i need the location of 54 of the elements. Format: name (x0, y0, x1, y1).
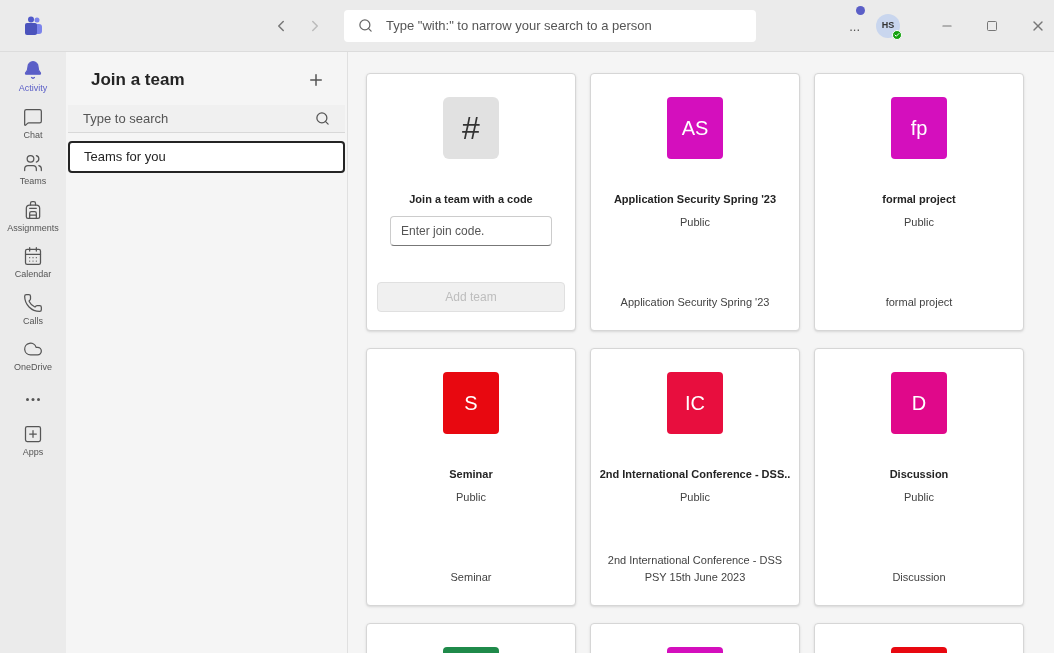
panel-title: Join a team (91, 69, 185, 91)
team-visibility: Public (456, 489, 486, 505)
team-tile: AS (667, 97, 723, 159)
team-card[interactable]: D Discussion Public Discussion (814, 348, 1024, 606)
join-code-field[interactable]: Enter join code. (390, 215, 552, 246)
rail-item[interactable]: Calls (23, 292, 43, 328)
hash-tile: # (443, 97, 499, 159)
team-card[interactable]: IC 2nd International Conference - DSS.. Public 2nd International Conference - DSS PSY 15th June 2023 (590, 348, 800, 606)
rail-item[interactable]: Teams (19, 153, 47, 189)
team-search-field[interactable]: Type to search (68, 104, 345, 133)
team-visibility: Public (904, 214, 934, 230)
team-tile: D (891, 372, 947, 434)
team-card[interactable]: S Seminar Public Seminar (366, 348, 576, 606)
avatar[interactable]: HS (876, 13, 900, 38)
people-icon (23, 153, 43, 173)
team-description: Seminar (449, 569, 493, 585)
bell-icon (23, 60, 43, 80)
team-tile: IC (667, 372, 723, 434)
rail-item[interactable]: Chat (23, 106, 43, 142)
team-description: 2nd International Conference - DSS PSY 15th June 2023 (606, 553, 784, 585)
team-tile: fp (891, 97, 947, 159)
card-title: Join a team with a code (409, 192, 533, 207)
more-icon (26, 397, 40, 401)
team-name: Application Security Spring '23 (613, 192, 777, 207)
team-card[interactable]: fp formal project Public formal project (814, 73, 1024, 331)
panel-item[interactable]: Teams for you (68, 140, 345, 173)
rail-item[interactable]: Apps (22, 423, 44, 459)
plus-square-icon (23, 423, 43, 444)
rail-item[interactable]: Calendar (14, 246, 52, 282)
team-description: formal project (884, 294, 954, 310)
team-visibility: Public (680, 489, 710, 505)
search-field[interactable]: Type "with:" to narrow your search to a person (344, 9, 756, 42)
team-description: Discussion (891, 569, 947, 585)
team-tile: S (443, 372, 499, 434)
team-visibility: Public (680, 214, 710, 230)
phone-icon (23, 292, 43, 313)
app-logo-icon (23, 15, 43, 36)
maximize-icon[interactable] (986, 19, 998, 32)
team-name: Seminar (449, 467, 493, 482)
team-description: Application Security Spring '23 (619, 294, 771, 310)
team-name: 2nd International Conference - DSS.. (599, 467, 791, 482)
chat-icon (23, 106, 43, 127)
more-button[interactable]: ... (849, 18, 860, 34)
rail-item[interactable]: OneDrive (14, 339, 52, 375)
rail-item[interactable]: Activity (18, 60, 48, 96)
team-visibility: Public (904, 489, 934, 505)
rail-item[interactable]: Assignments (7, 199, 59, 235)
search-icon (315, 110, 330, 126)
calendar-icon (23, 246, 43, 266)
team-name: formal project (882, 192, 956, 207)
backpack-icon (23, 199, 43, 220)
team-name: Discussion (889, 467, 949, 482)
team-card[interactable]: AS Application Security Spring '23 Public Application Security Spring '23 (590, 73, 800, 331)
search-icon (358, 17, 373, 33)
